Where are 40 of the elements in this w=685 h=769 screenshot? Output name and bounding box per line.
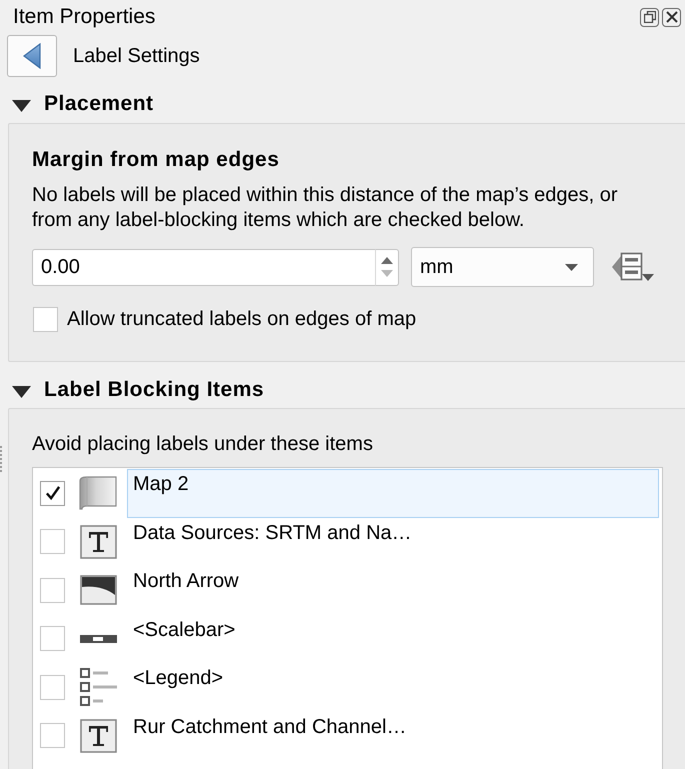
- checkbox[interactable]: [40, 529, 65, 554]
- checkmark-icon: [44, 485, 60, 502]
- letter-t-icon: [80, 524, 116, 559]
- legend-icon: [80, 668, 116, 706]
- unit-dropdown[interactable]: mm: [411, 247, 594, 287]
- checkbox[interactable]: [40, 626, 65, 652]
- description-text: No labels will be placed within this distance of the map’s edges, or from any label-blocking items which are checked below.: [32, 183, 619, 233]
- section-toggle[interactable]: Placement: [0, 90, 162, 118]
- letter-t-icon: [80, 718, 116, 753]
- margin-input[interactable]: 0.00: [32, 248, 375, 286]
- item-label[interactable]: <Scalebar>: [127, 614, 659, 663]
- left-triangle-icon: [23, 43, 41, 69]
- spin-buttons[interactable]: [375, 248, 399, 286]
- item-label[interactable]: Data Sources: SRTM and Na…: [127, 518, 659, 566]
- map-page-icon: [79, 476, 117, 510]
- item-label[interactable]: North Arrow: [127, 566, 659, 614]
- section-toggle[interactable]: Label Blocking Items: [0, 376, 272, 404]
- spin-arrows-icon: [380, 255, 394, 279]
- panel-title: Item Properties: [13, 5, 156, 29]
- item-label[interactable]: Rur Catchment and Channel…: [127, 712, 659, 760]
- checkbox-label[interactable]: Allow truncated labels on edges of map: [67, 308, 416, 330]
- splitter-handle[interactable]: [0, 446, 2, 472]
- close-icon: [666, 11, 678, 23]
- checkbox[interactable]: [40, 674, 65, 700]
- item-label[interactable]: <Legend>: [127, 663, 659, 712]
- item-label[interactable]: Map 2: [127, 469, 659, 518]
- caret-icon: [565, 264, 578, 270]
- checkbox[interactable]: [40, 578, 65, 603]
- sheet-arrow-icon[interactable]: [612, 252, 655, 282]
- close-button[interactable]: [662, 8, 681, 26]
- back-button[interactable]: [7, 35, 57, 77]
- float-button[interactable]: [640, 8, 659, 26]
- checkbox[interactable]: [40, 723, 65, 748]
- checkbox[interactable]: [33, 306, 58, 332]
- restore-icon: [644, 11, 656, 23]
- checkbox[interactable]: [40, 480, 65, 506]
- page-title: Label Settings: [73, 44, 200, 68]
- scale-bar-icon: [80, 634, 116, 643]
- group-title: Margin from map edges: [32, 148, 280, 172]
- hint-text: Avoid placing labels under these items: [32, 432, 374, 456]
